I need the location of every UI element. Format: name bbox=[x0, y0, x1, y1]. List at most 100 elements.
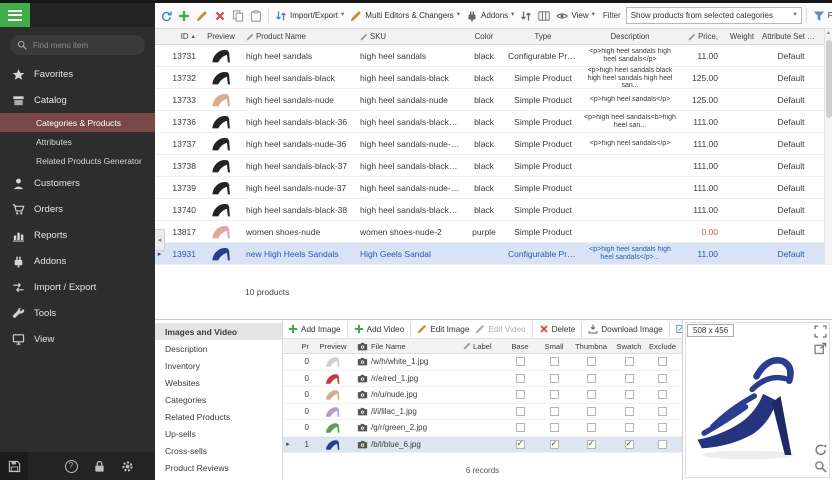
fullscreen-icon[interactable] bbox=[814, 325, 827, 338]
column-header-type[interactable]: Type bbox=[506, 32, 580, 41]
sidebar-item-favorites[interactable]: Favorites bbox=[0, 61, 155, 87]
set-resize-rule-button[interactable]: Set Resize Rule▾ bbox=[674, 322, 682, 336]
thumbnail-checkbox[interactable] bbox=[571, 374, 611, 383]
swatch-checkbox[interactable] bbox=[611, 407, 647, 416]
image-row[interactable]: 0 /r/e/red_1.jpg bbox=[283, 371, 682, 388]
sidebar-item-addons[interactable]: Addons bbox=[0, 248, 155, 274]
sort-order-button[interactable] bbox=[518, 8, 534, 24]
swatch-checkbox[interactable] bbox=[611, 423, 647, 432]
product-row[interactable]: 13738 high heel sandals-black-37 high he… bbox=[155, 155, 832, 177]
base-checkbox[interactable] bbox=[503, 357, 537, 366]
sidebar-item-reports[interactable]: Reports bbox=[0, 222, 155, 248]
image-row[interactable]: ▸ 1 /b/l/blue_6.jpg ✓ ✓ ✓ ✓ bbox=[283, 437, 682, 454]
menu-icon[interactable] bbox=[0, 3, 30, 27]
sidebar-item-catalog[interactable]: Catalog bbox=[0, 87, 155, 113]
scrollbar-thumb[interactable] bbox=[826, 40, 832, 118]
download-image-button[interactable]: Download Image bbox=[586, 322, 664, 336]
sidebar-item-attributes[interactable]: Attributes bbox=[0, 132, 155, 151]
column-header-image-preview[interactable]: Preview bbox=[311, 342, 355, 351]
exclude-checkbox[interactable] bbox=[647, 390, 682, 399]
sidebar-item-tools[interactable]: Tools bbox=[0, 300, 155, 326]
base-checkbox[interactable] bbox=[503, 374, 537, 383]
swatch-checkbox[interactable] bbox=[611, 357, 647, 366]
sidebar-collapse-handle[interactable]: ◂ bbox=[155, 229, 165, 251]
base-checkbox[interactable] bbox=[503, 390, 537, 399]
product-row[interactable]: 13733 high heel sandals-nude high heel s… bbox=[155, 89, 832, 111]
base-checkbox[interactable] bbox=[503, 407, 537, 416]
column-header-thumbnail[interactable]: Thumbna bbox=[571, 342, 611, 351]
column-header-preview[interactable]: Preview bbox=[198, 32, 244, 41]
image-row[interactable]: 0 /w/h/white_1.jpg bbox=[283, 354, 682, 371]
sidebar-item-related-products-generator[interactable]: Related Products Generator bbox=[0, 151, 155, 170]
column-header-swatch[interactable]: Swatch bbox=[611, 342, 647, 351]
tab-cross-sells[interactable]: Cross-sells bbox=[155, 442, 282, 459]
column-header-label[interactable]: Label bbox=[461, 342, 503, 351]
help-icon[interactable]: ? bbox=[57, 452, 85, 480]
product-row[interactable]: 13817 women shoes-nude women shoes-nude-… bbox=[155, 221, 832, 243]
tab-related-products[interactable]: Related Products bbox=[155, 408, 282, 425]
paste-button[interactable] bbox=[248, 8, 264, 24]
image-row[interactable]: 0 /g/r/green_2.jpg bbox=[283, 420, 682, 437]
small-checkbox[interactable] bbox=[537, 407, 571, 416]
thumbnail-checkbox[interactable] bbox=[571, 357, 611, 366]
column-header-small[interactable]: Small bbox=[537, 342, 571, 351]
open-external-icon[interactable] bbox=[814, 342, 827, 355]
exclude-checkbox[interactable] bbox=[647, 407, 682, 416]
small-checkbox[interactable] bbox=[537, 374, 571, 383]
add-image-button[interactable]: Add Image bbox=[286, 322, 343, 336]
sidebar-item-customers[interactable]: Customers bbox=[0, 170, 155, 196]
zoom-icon[interactable] bbox=[814, 460, 827, 473]
column-header-id[interactable]: ID▲ bbox=[164, 32, 198, 41]
column-header-file-name[interactable]: File Name bbox=[355, 342, 461, 351]
swatch-checkbox[interactable]: ✓ bbox=[611, 440, 647, 449]
filter-select[interactable]: Show products from selected categories ▾ bbox=[626, 7, 802, 24]
tab-description[interactable]: Description bbox=[155, 340, 282, 357]
small-checkbox[interactable] bbox=[537, 390, 571, 399]
product-row[interactable]: 13732 high heel sandals-black high heel … bbox=[155, 67, 832, 89]
import-export-menu[interactable]: Import/Export ▾ bbox=[273, 8, 346, 24]
tab-categories[interactable]: Categories bbox=[155, 391, 282, 408]
addons-menu[interactable]: Addons ▾ bbox=[464, 8, 516, 24]
delete-image-button[interactable]: Delete bbox=[537, 322, 578, 336]
base-checkbox[interactable] bbox=[503, 423, 537, 432]
vertical-scrollbar[interactable]: ▲ bbox=[824, 29, 832, 264]
add-product-button[interactable] bbox=[176, 8, 192, 24]
lock-icon[interactable] bbox=[85, 452, 113, 480]
refresh-button[interactable] bbox=[158, 8, 174, 24]
swatch-checkbox[interactable] bbox=[611, 390, 647, 399]
thumbnail-checkbox[interactable] bbox=[571, 390, 611, 399]
sidebar-item-categories-products[interactable]: Categories & Products bbox=[0, 113, 155, 132]
copy-button[interactable] bbox=[230, 8, 246, 24]
column-header-sku[interactable]: SKU bbox=[358, 32, 462, 41]
thumbnail-checkbox[interactable]: ✓ bbox=[571, 440, 611, 449]
product-row[interactable]: 13737 high heel sandals-nude-36 high hee… bbox=[155, 133, 832, 155]
add-video-button[interactable]: Add Video bbox=[352, 322, 407, 336]
exclude-checkbox[interactable] bbox=[647, 374, 682, 383]
product-row[interactable]: 13736 high heel sandals-black-36 high he… bbox=[155, 111, 832, 133]
swatch-checkbox[interactable] bbox=[611, 374, 647, 383]
sidebar-search-input[interactable]: Find menu item bbox=[10, 35, 145, 55]
column-header-price[interactable]: Price, bbox=[680, 32, 724, 41]
small-checkbox[interactable] bbox=[537, 423, 571, 432]
column-header-position[interactable]: Pr bbox=[293, 342, 311, 351]
tab-images-and-video[interactable]: Images and Video bbox=[155, 323, 282, 340]
thumbnail-checkbox[interactable] bbox=[571, 407, 611, 416]
small-checkbox[interactable] bbox=[537, 357, 571, 366]
column-header-color[interactable]: Color bbox=[462, 32, 506, 41]
column-header-base[interactable]: Base bbox=[503, 342, 537, 351]
product-row[interactable]: ▸ 13931 new High Heels Sandals High Geel… bbox=[155, 243, 832, 265]
product-row[interactable]: 13739 high heel sandals-nude-37 high hee… bbox=[155, 177, 832, 199]
base-checkbox[interactable]: ✓ bbox=[503, 440, 537, 449]
small-checkbox[interactable]: ✓ bbox=[537, 440, 571, 449]
edit-image-button[interactable]: Edit Image bbox=[415, 322, 471, 336]
scroll-up-icon[interactable]: ▲ bbox=[826, 29, 831, 38]
sidebar-item-view[interactable]: View bbox=[0, 326, 155, 352]
sidebar-item-import-export[interactable]: Import / Export bbox=[0, 274, 155, 300]
tab-inventory[interactable]: Inventory bbox=[155, 357, 282, 374]
delete-product-button[interactable] bbox=[212, 8, 228, 24]
column-header-exclude[interactable]: Exclude bbox=[647, 342, 682, 351]
edit-video-button[interactable]: Edit Video bbox=[473, 322, 527, 336]
image-row[interactable]: 0 /n/u/nude.jpg bbox=[283, 387, 682, 404]
sidebar-item-orders[interactable]: Orders bbox=[0, 196, 155, 222]
product-row[interactable]: 13731 high heel sandals high heel sandal… bbox=[155, 45, 832, 67]
